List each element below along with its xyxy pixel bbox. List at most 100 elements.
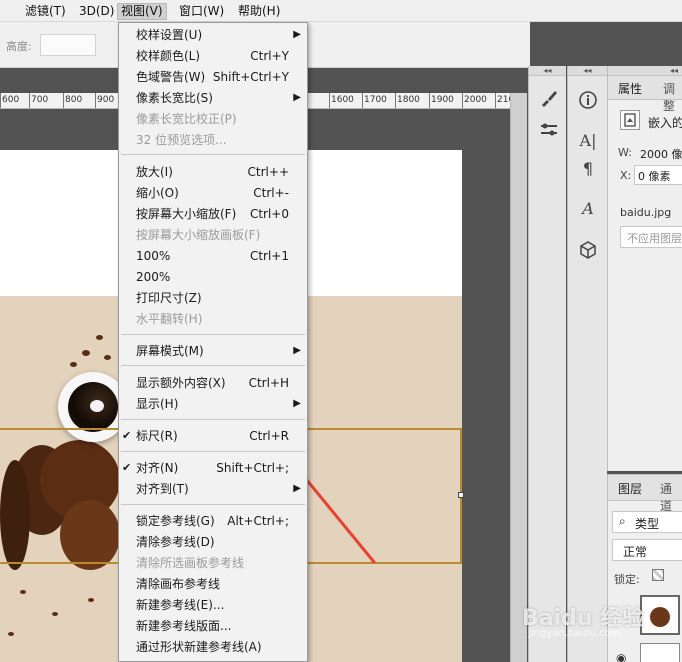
menu-item-new-guide[interactable]: 新建参考线(E)... (119, 595, 307, 615)
3d-cube-icon[interactable] (575, 238, 601, 262)
lock-label: 锁定: (614, 573, 640, 586)
x-field[interactable]: 0 像素 (634, 165, 682, 185)
tab-layers[interactable]: 图层 (618, 480, 642, 497)
checkmark-icon: ✔ (122, 461, 132, 474)
x-label: X: (620, 169, 632, 182)
menu-item-200-percent[interactable]: 200% (119, 267, 307, 287)
glyphs-icon[interactable]: A (575, 196, 601, 220)
menu-item-zoom-in[interactable]: 放大(I) Ctrl++ (119, 162, 307, 182)
paragraph-icon[interactable]: ¶ (575, 156, 601, 180)
brush-settings-icon[interactable] (536, 118, 562, 142)
menu-item-label: 100% (136, 249, 171, 263)
tool-dock-left: ◂◂ (528, 66, 566, 662)
checkmark-icon: ✔ (122, 429, 132, 442)
menu-item-fit-artboard: 按屏幕大小缩放画板(F) (119, 225, 307, 245)
menu-item-snap-to[interactable]: 对齐到(T) ▶ (119, 479, 307, 499)
menu-item-label: 色域警告(W) (136, 70, 206, 84)
character-icon[interactable]: A| (575, 128, 601, 152)
menu-item-clear-guides[interactable]: 清除参考线(D) (119, 532, 307, 552)
menu-item-shortcut: Ctrl+1 (249, 249, 289, 263)
submenu-arrow-icon: ▶ (293, 483, 301, 494)
menu-item-lock-guides[interactable]: 锁定参考线(G) Alt+Ctrl+; (119, 511, 307, 531)
menu-item-screen-mode[interactable]: 屏幕模式(M) ▶ (119, 341, 307, 361)
lock-transparent-icon[interactable] (652, 569, 664, 581)
search-icon: ⌕ (619, 514, 626, 528)
submenu-arrow-icon: ▶ (293, 92, 301, 103)
menu-item-proof-setup[interactable]: 校样设置(U) ▶ (119, 25, 307, 45)
menu-item-proof-colors[interactable]: 校样颜色(L) Ctrl+Y (119, 46, 307, 66)
menu-separator (121, 419, 305, 420)
blend-mode-select[interactable]: 正常 (612, 539, 682, 561)
x-value: 0 像素 (638, 170, 671, 183)
tab-channels[interactable]: 通道 (660, 480, 682, 514)
menu-item-label: 像素长宽比(S) (136, 91, 213, 105)
dock-collapse-handle[interactable]: ◂◂ (568, 66, 607, 76)
menu-item-snap[interactable]: ✔ 对齐(N) Shift+Ctrl+; (119, 458, 307, 478)
dock-collapse-handle[interactable]: ◂◂ (529, 66, 566, 76)
menu-item-new-guides-from-shape[interactable]: 通过形状新建参考线(A) (119, 637, 307, 657)
menu-item-label: 缩小(O) (136, 186, 179, 200)
info-icon[interactable] (575, 88, 601, 112)
layer-comp-select[interactable]: 不应用图层 (620, 226, 682, 248)
menu-separator (121, 334, 305, 335)
menu-item-zoom-out[interactable]: 缩小(O) Ctrl+- (119, 183, 307, 203)
filename-label: baidu.jpg (620, 206, 672, 219)
menu-item-gamut-warning[interactable]: 色域警告(W) Shift+Ctrl+Y (119, 67, 307, 87)
menu-item-shortcut: Ctrl+- (253, 186, 289, 200)
menu-item-label: 按屏幕大小缩放(F) (136, 207, 237, 221)
width-value[interactable]: 2000 像素 (640, 146, 682, 162)
menu-item-shortcut: Shift+Ctrl+; (216, 461, 289, 475)
properties-panel: ◂◂ 属性 调整 嵌入的 W: 2000 像素 X: 0 像素 baidu.jp… (607, 66, 682, 471)
layers-tabs: 图层 通道 (608, 475, 682, 513)
menu-item-flip-horizontal: 水平翻转(H) (119, 309, 307, 329)
menu-item-fit-on-screen[interactable]: 按屏幕大小缩放(F) Ctrl+0 (119, 204, 307, 224)
menu-item-label: 显示额外内容(X) (136, 376, 226, 390)
menu-item-label: 屏幕模式(M) (136, 344, 204, 358)
menu-item-pixel-aspect-correction: 像素长宽比校正(P) (119, 109, 307, 129)
menu-item-label: 校样设置(U) (136, 28, 203, 42)
properties-tabs: 属性 调整 (608, 76, 682, 113)
menu-item-label: 对齐到(T) (136, 482, 189, 496)
menu-item-show[interactable]: 显示(H) ▶ (119, 394, 307, 414)
menu-item-label: 对齐(N) (136, 461, 179, 475)
menu-item-print-size[interactable]: 打印尺寸(Z) (119, 288, 307, 308)
menu-item-label: 放大(I) (136, 165, 173, 179)
menu-item-label: 清除所选画板参考线 (136, 556, 245, 570)
menu-item-label: 像素长宽比校正(P) (136, 112, 237, 126)
menu-separator (121, 504, 305, 505)
menu-item-clear-artboard-guides: 清除所选画板参考线 (119, 553, 307, 573)
menu-item-clear-canvas-guides[interactable]: 清除画布参考线 (119, 574, 307, 594)
menu-item-shortcut: Ctrl++ (247, 165, 289, 179)
menu-item-label: 按屏幕大小缩放画板(F) (136, 228, 261, 242)
menu-item-label: 校样颜色(L) (136, 49, 201, 63)
menu-item-label: 32 位预览选项... (136, 133, 227, 147)
menu-separator (121, 154, 305, 155)
layer-filter-select[interactable]: ⌕ 类型 (612, 511, 682, 533)
menu-item-label: 清除画布参考线 (136, 577, 221, 591)
menu-separator (121, 451, 305, 452)
tab-adjustments[interactable]: 调整 (663, 80, 682, 114)
menu-item-label: 显示(H) (136, 397, 179, 411)
menu-item-extras[interactable]: 显示额外内容(X) Ctrl+H (119, 373, 307, 393)
menu-item-label: 打印尺寸(Z) (136, 291, 202, 305)
menu-item-label: 新建参考线(E)... (136, 598, 225, 612)
baidu-watermark-url: jingyan.baidu.com (528, 628, 621, 639)
menu-item-shortcut: Alt+Ctrl+; (227, 514, 289, 528)
menu-item-100-percent[interactable]: 100% Ctrl+1 (119, 246, 307, 266)
filter-type-label: 类型 (635, 517, 660, 531)
dock-collapse-handle[interactable]: ◂◂ (608, 66, 682, 76)
menu-item-rulers[interactable]: ✔ 标尺(R) Ctrl+R (119, 426, 307, 446)
submenu-arrow-icon: ▶ (293, 29, 301, 40)
tab-properties[interactable]: 属性 (618, 80, 642, 97)
menu-item-label: 新建参考线版面... (136, 619, 232, 633)
menu-item-shortcut: Ctrl+0 (249, 207, 289, 221)
layer-thumbnail[interactable] (640, 595, 680, 635)
layer-thumbnail-2[interactable] (640, 643, 680, 662)
brush-icon[interactable] (536, 86, 562, 110)
submenu-arrow-icon: ▶ (293, 398, 301, 409)
tool-dock-right: ◂◂ A| ¶ A (567, 66, 607, 662)
menu-item-new-guide-layout[interactable]: 新建参考线版面... (119, 616, 307, 636)
visibility-eye-icon[interactable]: ◉ (616, 651, 626, 662)
width-label: W: (618, 146, 632, 159)
menu-item-pixel-aspect-ratio[interactable]: 像素长宽比(S) ▶ (119, 88, 307, 108)
